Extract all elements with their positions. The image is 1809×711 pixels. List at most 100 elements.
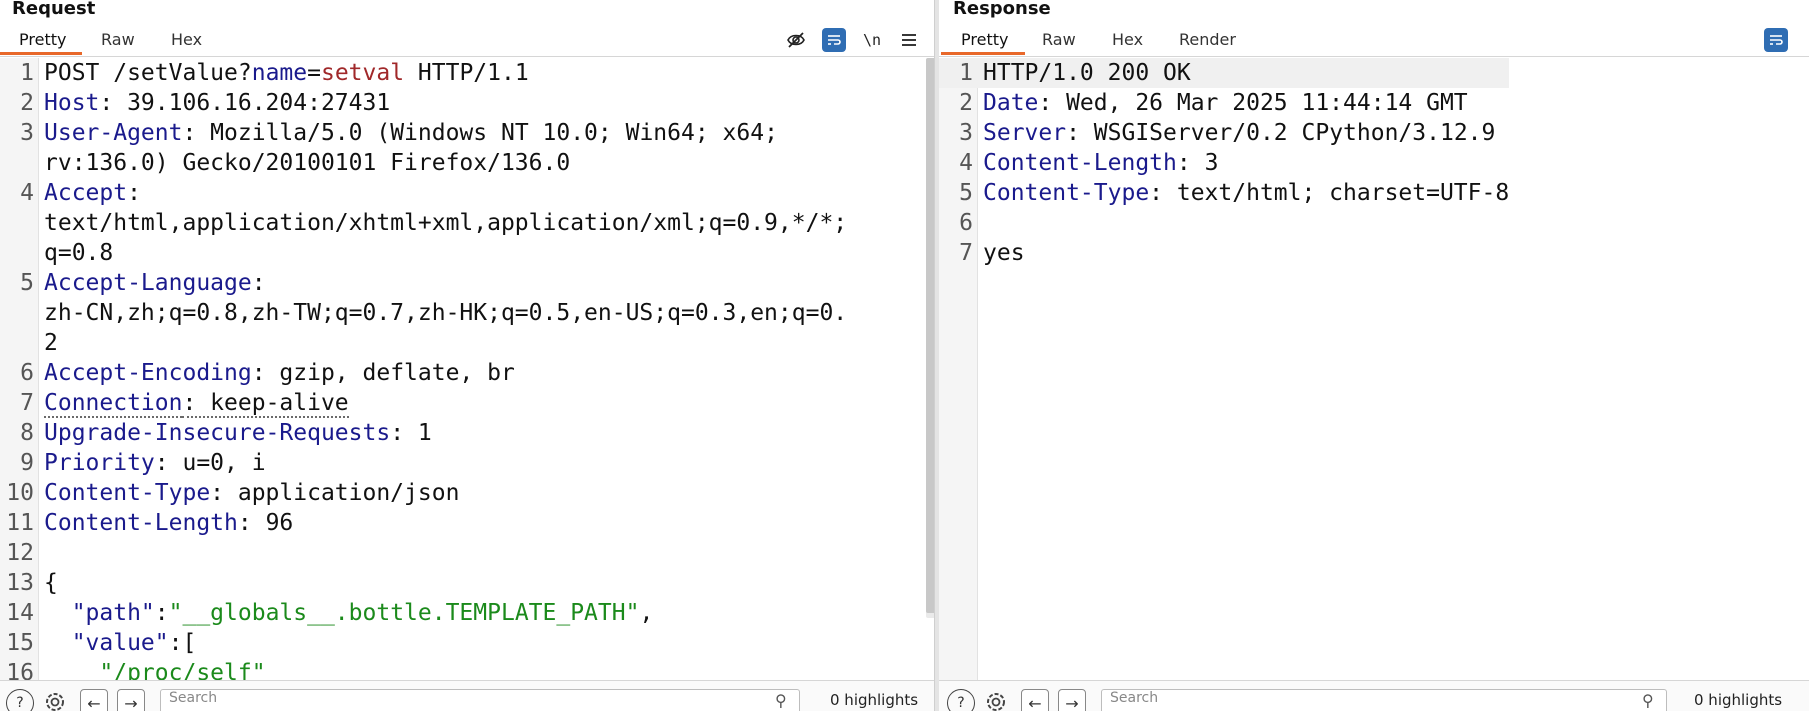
- line-number: 5: [959, 180, 973, 206]
- previous-match-button[interactable]: ←: [80, 689, 108, 711]
- code-line[interactable]: 4 Content-Length: 3: [939, 148, 1509, 178]
- wrap-lines-icon[interactable]: [1764, 28, 1788, 52]
- line-number: 1: [20, 60, 34, 86]
- response-tab-bar: Pretty Raw Hex Render: [939, 26, 1809, 57]
- line-content: 2: [44, 328, 58, 358]
- line-number: 2: [959, 90, 973, 116]
- code-token: HTTP/1.0 200 OK: [983, 60, 1191, 86]
- line-content: Content-Type: text/html; charset=UTF-8: [983, 178, 1509, 208]
- code-line[interactable]: 3 User-Agent: Mozilla/5.0 (Windows NT 10.…: [0, 118, 847, 148]
- newline-toggle-button[interactable]: \n: [860, 28, 884, 52]
- code-token: Accept: [44, 180, 128, 206]
- code-line[interactable]: 5 Content-Type: text/html; charset=UTF-8: [939, 178, 1509, 208]
- request-code: 1 POST /setValue?name=setval HTTP/1.1 2 Hos…: [0, 58, 847, 681]
- help-icon[interactable]: ?: [947, 689, 975, 711]
- code-line[interactable]: 6: [939, 208, 1509, 238]
- code-token: =: [307, 60, 321, 86]
- code-line[interactable]: 2 Date: Wed, 26 Mar 2025 11:44:14 GMT: [939, 88, 1509, 118]
- request-pane: Request Pretty Raw Hex \n 1 POST /setValu…: [0, 0, 938, 711]
- code-token: Content-Type: [983, 180, 1150, 206]
- code-line[interactable]: 1 POST /setValue?name=setval HTTP/1.1: [0, 58, 847, 88]
- code-token: rv:136.0) Gecko/20100101 Firefox/136.0: [44, 150, 571, 176]
- code-line[interactable]: 11 Content-Length: 96: [0, 508, 847, 538]
- line-number: 13: [6, 570, 34, 596]
- tab-hex[interactable]: Hex: [1112, 30, 1143, 49]
- line-content: User-Agent: Mozilla/5.0 (Windows NT 10.0…: [44, 118, 778, 148]
- code-token: : application/json: [210, 480, 460, 506]
- code-token: "/proc/self": [44, 660, 266, 681]
- code-token: Priority: [44, 450, 155, 476]
- line-number: 14: [6, 600, 34, 626]
- code-line[interactable]: 3 Server: WSGIServer/0.2 CPython/3.12.9: [939, 118, 1509, 148]
- line-number: 15: [6, 630, 34, 656]
- tab-raw[interactable]: Raw: [1042, 30, 1076, 49]
- code-line[interactable]: 13 {: [0, 568, 847, 598]
- request-editor[interactable]: 1 POST /setValue?name=setval HTTP/1.1 2 Hos…: [0, 58, 938, 681]
- code-line[interactable]: rv:136.0) Gecko/20100101 Firefox/136.0: [0, 148, 847, 178]
- line-content: {: [44, 568, 58, 598]
- code-line[interactable]: 14 "path":"__globals__.bottle.TEMPLATE_P…: [0, 598, 847, 628]
- code-line[interactable]: 12: [0, 538, 847, 568]
- code-line[interactable]: 15 "value":[: [0, 628, 847, 658]
- code-line[interactable]: 2 Host: 39.106.16.204:27431: [0, 88, 847, 118]
- help-icon[interactable]: ?: [6, 689, 34, 711]
- code-line[interactable]: text/html,application/xhtml+xml,applicat…: [0, 208, 847, 238]
- highlights-count: 0 highlights: [830, 691, 919, 709]
- gear-icon[interactable]: [983, 689, 1009, 711]
- line-number: [0, 208, 44, 238]
- line-number: 1: [959, 60, 973, 86]
- eye-slash-icon[interactable]: [784, 28, 808, 52]
- code-token: name: [251, 60, 308, 86]
- code-token: Host: [44, 90, 100, 116]
- code-line[interactable]: zh-CN,zh;q=0.8,zh-TW;q=0.7,zh-HK;q=0.5,e…: [0, 298, 847, 328]
- line-number: [0, 298, 44, 328]
- code-token: Server: [983, 120, 1067, 146]
- code-line[interactable]: 6 Accept-Encoding: gzip, deflate, br: [0, 358, 847, 388]
- code-line[interactable]: 9 Priority: u=0, i: [0, 448, 847, 478]
- code-token: q=0.8: [44, 240, 114, 266]
- code-line[interactable]: 7 yes: [939, 238, 1509, 268]
- code-line[interactable]: 1 HTTP/1.0 200 OK: [939, 58, 1510, 88]
- line-number: 6: [959, 210, 973, 236]
- next-match-button[interactable]: →: [117, 689, 145, 711]
- code-token: "__globals__.bottle.TEMPLATE_PATH": [168, 600, 640, 626]
- tab-hex[interactable]: Hex: [171, 30, 202, 49]
- previous-match-button[interactable]: ←: [1021, 689, 1049, 711]
- code-line[interactable]: 8 Upgrade-Insecure-Requests: 1: [0, 418, 847, 448]
- search-input[interactable]: Search: [1101, 689, 1667, 711]
- code-token: : Mozilla/5.0 (Windows NT 10.0; Win64; x…: [182, 120, 778, 146]
- line-number: 16: [6, 660, 34, 681]
- tab-pretty[interactable]: Pretty: [19, 30, 66, 49]
- code-line[interactable]: 2: [0, 328, 847, 358]
- line-content: Priority: u=0, i: [44, 448, 266, 478]
- code-token: : 3: [1176, 150, 1219, 176]
- line-number: 3: [959, 120, 973, 146]
- code-line[interactable]: 5 Accept-Language:: [0, 268, 847, 298]
- tab-pretty[interactable]: Pretty: [961, 30, 1008, 49]
- tab-raw[interactable]: Raw: [101, 30, 135, 49]
- next-match-button[interactable]: →: [1058, 689, 1086, 711]
- response-editor[interactable]: 1 HTTP/1.0 200 OK 2 Date: Wed, 26 Mar 2025 …: [939, 58, 1809, 681]
- line-number: 8: [20, 420, 34, 446]
- search-input[interactable]: Search: [160, 689, 800, 711]
- code-token: {: [44, 570, 58, 596]
- menu-icon[interactable]: [897, 28, 921, 52]
- gear-icon[interactable]: [42, 689, 68, 711]
- code-token: : gzip, deflate, br: [251, 360, 515, 386]
- code-token: ,: [639, 600, 654, 626]
- line-number: 7: [20, 390, 34, 416]
- line-content: Content-Length: 3: [983, 148, 1218, 178]
- line-content: rv:136.0) Gecko/20100101 Firefox/136.0: [44, 148, 570, 178]
- tab-render[interactable]: Render: [1179, 30, 1236, 49]
- code-line[interactable]: 4 Accept:: [0, 178, 847, 208]
- response-title: Response: [953, 0, 1051, 19]
- line-content: Accept-Encoding: gzip, deflate, br: [44, 358, 515, 388]
- line-content: yes: [983, 238, 1025, 268]
- code-line[interactable]: 16 "/proc/self": [0, 658, 847, 681]
- code-line[interactable]: q=0.8: [0, 238, 847, 268]
- code-line[interactable]: 10 Content-Type: application/json: [0, 478, 847, 508]
- line-number: 12: [6, 540, 34, 566]
- wrap-lines-icon[interactable]: [822, 28, 846, 52]
- code-line[interactable]: 7 Connection: keep-alive: [0, 388, 847, 418]
- code-token: : keep-alive: [182, 390, 349, 418]
